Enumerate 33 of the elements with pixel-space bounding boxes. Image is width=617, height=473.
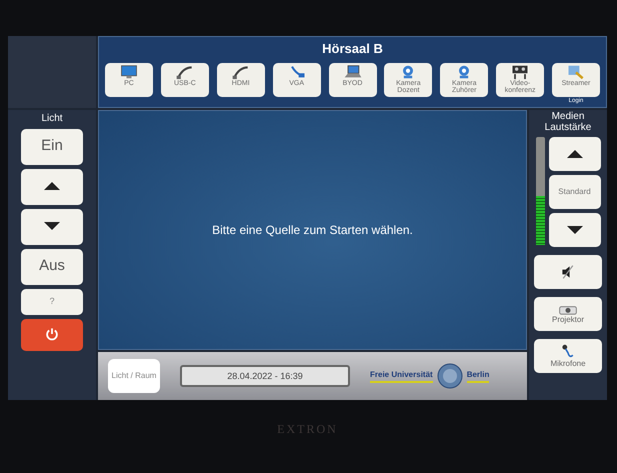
city-name: Berlin: [466, 369, 490, 383]
volume-up-button[interactable]: [548, 137, 600, 171]
power-icon: [45, 327, 59, 342]
up-arrow-icon: [566, 150, 582, 158]
volume-down-button[interactable]: [548, 213, 600, 247]
power-button[interactable]: [21, 318, 83, 350]
datetime-display: 28.04.2022 - 16:39: [180, 365, 350, 387]
down-arrow-icon: [44, 222, 60, 230]
video-conference-icon: [510, 64, 530, 80]
light-button[interactable]: Aus: [21, 248, 83, 284]
projector-button[interactable]: Projektor: [534, 297, 602, 331]
prompt-message: Bitte eine Quelle zum Starten wählen.: [212, 222, 413, 239]
university-name: Freie Universität: [370, 369, 433, 383]
help-button[interactable]: ?: [21, 288, 83, 314]
laptop-icon: [342, 64, 362, 80]
up-arrow-icon: [44, 182, 60, 190]
light-room-button[interactable]: Licht / Raum: [108, 359, 160, 393]
volume-label: Medien Lautstärke: [544, 112, 592, 133]
seal-logo-icon: [436, 363, 463, 389]
projector-icon: [558, 304, 578, 316]
volume-default-button[interactable]: Standard: [548, 175, 600, 209]
microphone-button[interactable]: Mikrofone: [534, 339, 602, 373]
room-title: Hörsaal B: [321, 40, 384, 58]
down-button[interactable]: [21, 208, 83, 244]
light-label: Licht: [41, 114, 63, 124]
monitor-icon: [119, 64, 139, 80]
down-arrow-icon: [566, 226, 582, 234]
speaker-muted-icon: [560, 264, 576, 280]
mute-button[interactable]: [534, 255, 602, 289]
up-button[interactable]: [21, 168, 83, 204]
microphone-icon: [560, 344, 576, 360]
light-button[interactable]: Ein: [21, 128, 83, 164]
streamer-icon: [566, 64, 586, 80]
